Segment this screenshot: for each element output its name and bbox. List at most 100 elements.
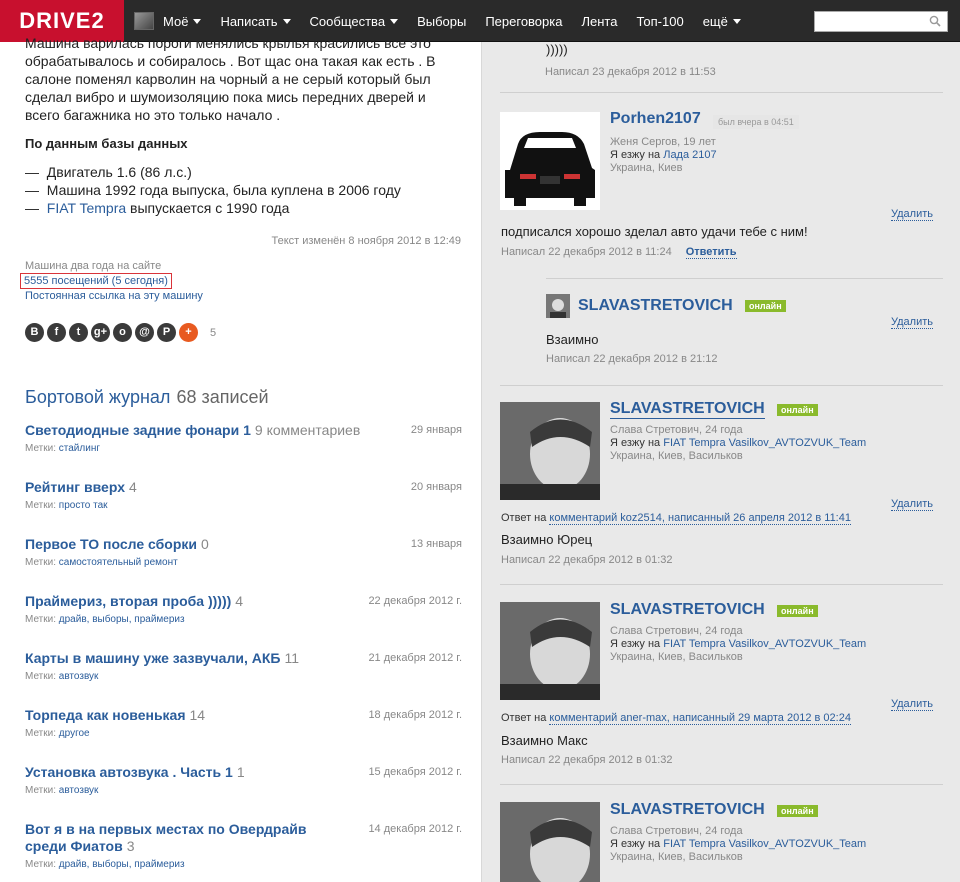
avatar[interactable] (500, 402, 600, 500)
entry-comments[interactable]: 14 (190, 707, 206, 723)
avatar[interactable] (546, 294, 570, 318)
author-info: Женя Сергов, 19 лет Я езжу на Лада 2107 … (610, 136, 717, 175)
comment-author-link[interactable]: SLAVASTRETOVICH (610, 601, 765, 619)
mail-icon[interactable]: @ (135, 323, 154, 342)
chevron-down-icon (732, 18, 741, 24)
entry-title-link[interactable]: Рейтинг вверх (25, 479, 125, 495)
nav-item-talks[interactable]: Переговорка (485, 14, 562, 29)
chevron-down-icon (193, 18, 202, 24)
nav-label: Выборы (417, 13, 467, 29)
entry-comments[interactable]: 4 (235, 593, 243, 609)
description-line: салоне поменял карволин на чорный а не с… (25, 71, 431, 87)
logbook-entry: Рейтинг вверх 4 20 января Метки: просто т… (25, 479, 465, 536)
more-share-icon[interactable]: + (179, 323, 198, 342)
avatar[interactable] (500, 802, 600, 882)
delete-comment-button[interactable]: Удалить (891, 316, 933, 329)
nav-item-feed[interactable]: Лента (581, 14, 617, 29)
tag-link[interactable]: другое (59, 728, 90, 739)
entry-comments[interactable]: 0 (201, 536, 209, 552)
logbook-title-text[interactable]: Бортовой журнал (25, 387, 170, 407)
chevron-down-icon (282, 18, 291, 24)
nav-item-top100[interactable]: Топ-100 (636, 14, 683, 29)
vk-icon[interactable]: B (25, 323, 44, 342)
entry-title-link[interactable]: Установка автозвука . Часть 1 (25, 764, 233, 780)
fact-dash: — (25, 164, 39, 180)
car-model-link[interactable]: FIAT Tempra (47, 200, 126, 216)
entry-title-link[interactable]: Первое ТО после сборки (25, 536, 197, 552)
answer-comment-link[interactable]: комментарий aner-max, написанный 29 март… (549, 712, 851, 725)
permalink[interactable]: Постоянная ссылка на эту машину (25, 290, 203, 302)
odnoklassniki-icon[interactable]: о (113, 323, 132, 342)
logbook-entry: Карты в машину уже зазвучали, АКБ 11 21 д… (25, 650, 465, 707)
entry-comments[interactable]: 1 (237, 764, 245, 780)
entry-title-link[interactable]: Праймериз, вторая проба ))))) (25, 593, 231, 609)
nav-item-communities[interactable]: Сообщества (310, 14, 399, 29)
entry-comments[interactable]: 9 комментариев (255, 422, 360, 438)
entry-title-link[interactable]: Светодиодные задние фонари 1 (25, 422, 251, 438)
answer-link-text: комментарий (549, 512, 618, 524)
tag-link[interactable]: стайлинг (59, 443, 100, 454)
online-badge: онлайн (777, 404, 818, 416)
tag-link[interactable]: драйв, выборы, праймериз (59, 614, 185, 625)
user-avatar-icon[interactable] (134, 12, 154, 30)
drive-label: Я езжу на (610, 437, 661, 449)
author-car-link[interactable]: FIAT Tempra Vasilkov_AVTOZVUK_Team (663, 437, 866, 449)
avatar[interactable] (500, 112, 600, 210)
comments-column: ))))) Написал 23 декабря 2012 в 11:53 Po… (483, 42, 960, 882)
tag-link[interactable]: автозвук (59, 671, 99, 682)
author-car-link[interactable]: FIAT Tempra Vasilkov_AVTOZVUK_Team (663, 638, 866, 650)
tag-link[interactable]: автозвук (59, 785, 99, 796)
entry-date: 13 января (410, 538, 462, 550)
description-line: всего багажника но это только начало . (25, 107, 281, 123)
logbook-list: Светодиодные задние фонари 19 комментари… (25, 422, 465, 878)
tag-link[interactable]: самостоятельный ремонт (59, 557, 178, 568)
tags-label: Метки: (25, 859, 56, 870)
search-icon[interactable] (929, 15, 941, 27)
entry-comments[interactable]: 11 (284, 650, 299, 666)
search-input[interactable] (815, 12, 925, 31)
google-plus-icon[interactable]: g+ (91, 323, 110, 342)
delete-comment-button[interactable]: Удалить (891, 698, 933, 711)
tags-label: Метки: (25, 671, 56, 682)
answer-comment-link[interactable]: комментарий koz2514, написанный 26 апрел… (549, 512, 851, 525)
reply-button[interactable]: Ответить (685, 246, 737, 259)
nav-label: Моё (163, 13, 189, 29)
entry-date: 20 января (410, 481, 462, 493)
nav-item-write[interactable]: Написать (220, 14, 291, 29)
entry-title-link[interactable]: Вот я в на первых местах по Овердрайв ср… (25, 821, 306, 854)
comment-author-link[interactable]: SLAVASTRETOVICH (610, 400, 765, 419)
divider (546, 278, 943, 279)
answer-to-line: Ответ на комментарий koz2514, написанный… (501, 512, 851, 525)
visits-counter[interactable]: 5555 посещений (5 сегодня) (20, 273, 172, 289)
comment-author-link[interactable]: SLAVASTRETOVICH (610, 801, 765, 819)
entry-tags: Метки: автозвук (25, 785, 465, 796)
delete-comment-button[interactable]: Удалить (891, 498, 933, 511)
comment-author-link[interactable]: SLAVASTRETOVICH (578, 297, 733, 315)
tag-link[interactable]: драйв, выборы, праймериз (59, 859, 185, 870)
delete-comment-button[interactable]: Удалить (891, 208, 933, 221)
tag-link[interactable]: просто так (59, 500, 108, 511)
entry-comments[interactable]: 3 (127, 838, 135, 854)
entry-title-link[interactable]: Торпеда как новенькая (25, 707, 186, 723)
nav-item-moe[interactable]: Моё (163, 13, 202, 29)
author-name-age: Женя Сергов, 19 лет (610, 136, 716, 148)
avatar[interactable] (500, 602, 600, 700)
twitter-icon[interactable]: t (69, 323, 88, 342)
nav-item-elections[interactable]: Выборы (417, 14, 466, 29)
user-photo-icon (500, 402, 600, 500)
comment-author-link[interactable]: Porhen2107 (610, 110, 701, 128)
author-car-link[interactable]: Лада 2107 (663, 149, 716, 161)
pinterest-icon[interactable]: P (157, 323, 176, 342)
logbook-title: Бортовой журнал 68 записей (25, 387, 269, 408)
logbook-entry: Вот я в на первых местах по Овердрайв ср… (25, 821, 465, 878)
entry-comments[interactable]: 4 (129, 479, 137, 495)
entry-tags: Метки: драйв, выборы, праймериз (25, 614, 465, 625)
fact-dash: — (25, 200, 39, 216)
author-car-link[interactable]: FIAT Tempra Vasilkov_AVTOZVUK_Team (663, 838, 866, 850)
facebook-icon[interactable]: f (47, 323, 66, 342)
entry-title-link[interactable]: Карты в машину уже зазвучали, АКБ (25, 650, 280, 666)
tags-label: Метки: (25, 557, 56, 568)
logbook-entry: Установка автозвука . Часть 11 15 декабр… (25, 764, 465, 821)
nav-item-more[interactable]: ещё (703, 14, 741, 29)
answer-date: , написанный 29 марта 2012 в 02:24 (666, 712, 851, 724)
